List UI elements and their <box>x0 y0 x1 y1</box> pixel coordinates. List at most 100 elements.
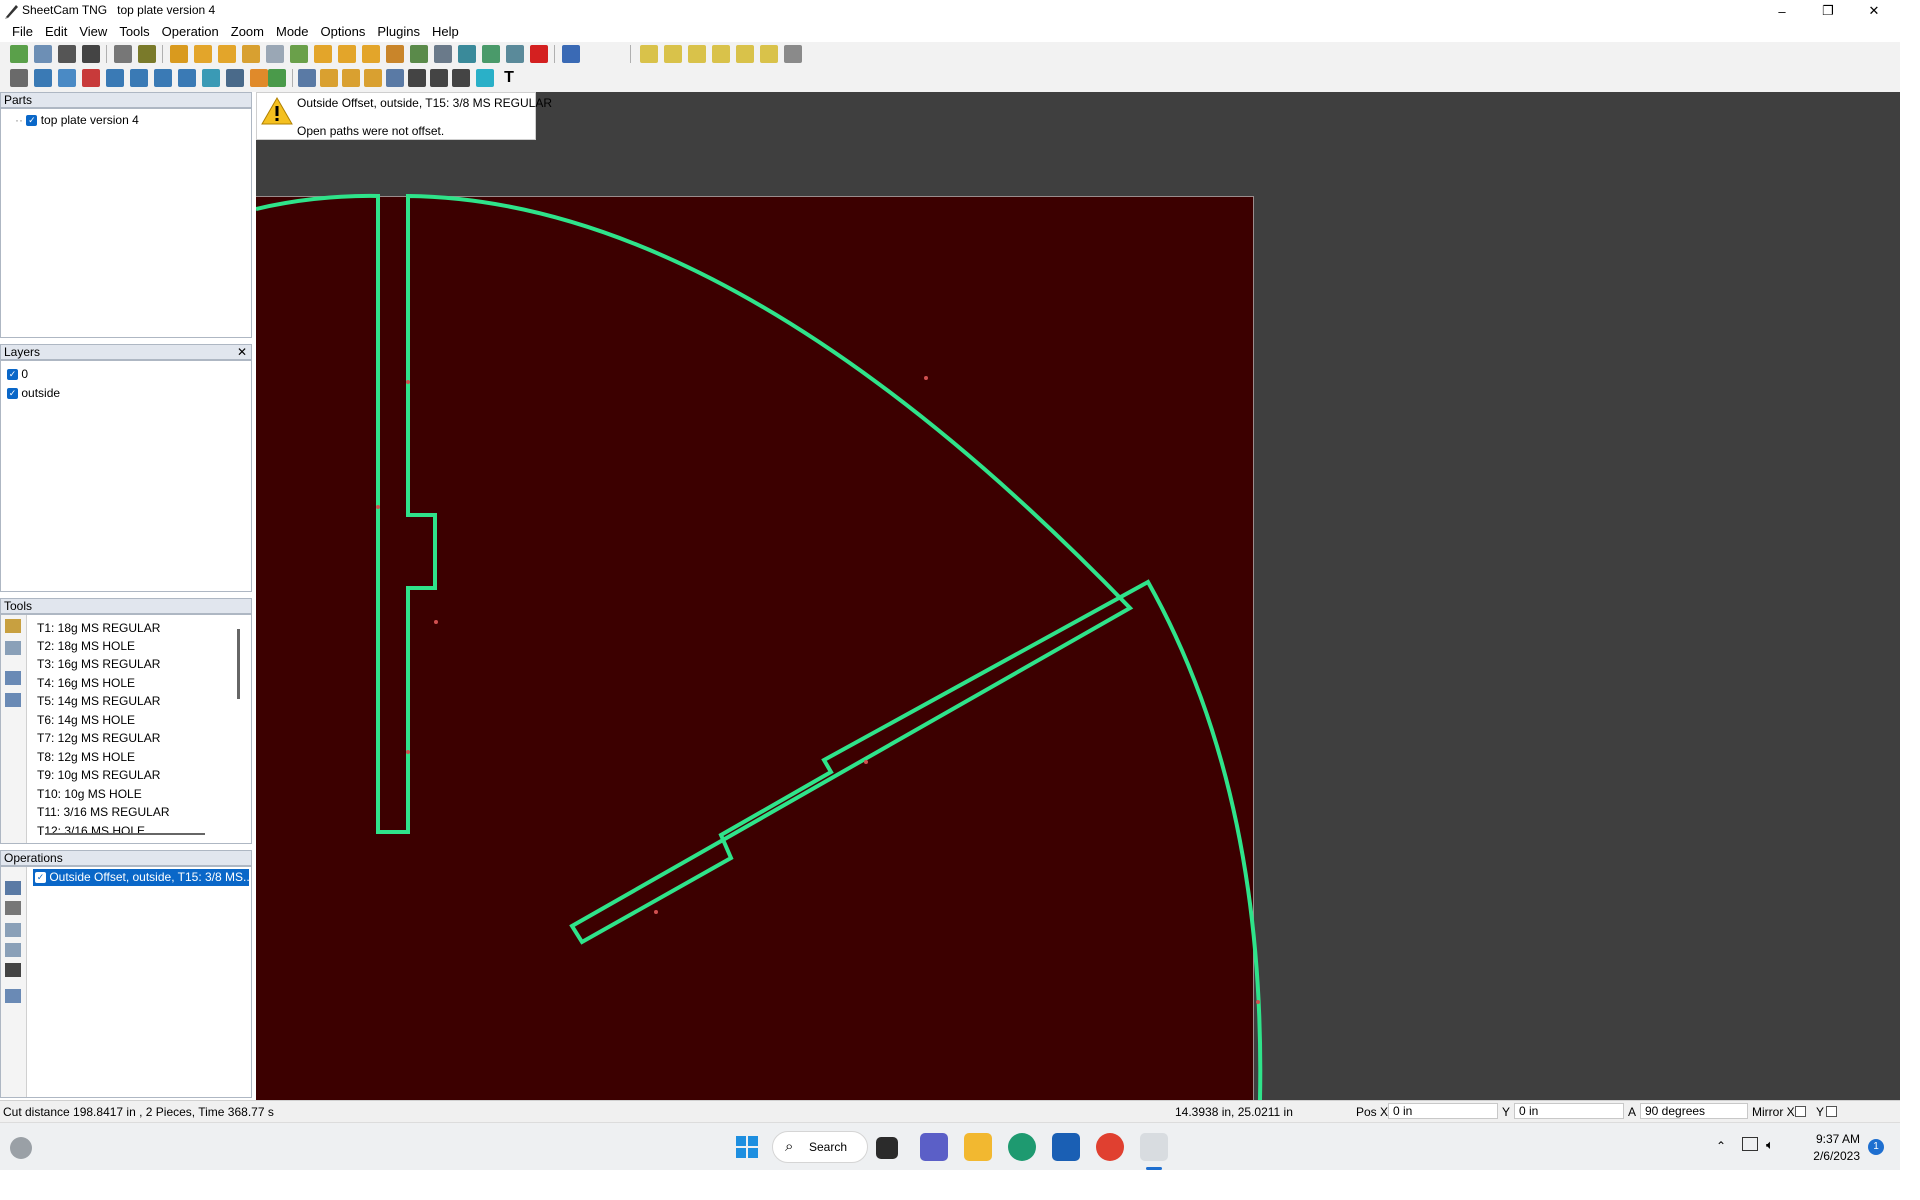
tool-item[interactable]: T10: 10g MS HOLE <box>37 787 142 801</box>
zoom-settings-icon[interactable] <box>784 45 802 63</box>
text-tool-icon[interactable]: T <box>500 69 518 87</box>
start-point-icon[interactable] <box>202 69 220 87</box>
zoom-window-icon[interactable] <box>688 45 706 63</box>
tool-table-icon[interactable] <box>5 671 21 685</box>
tools-horizontal-scrollbar[interactable] <box>45 833 205 835</box>
edge-browser-icon[interactable] <box>1008 1133 1036 1161</box>
cut-path-drawing[interactable] <box>256 92 1900 1100</box>
network-icon[interactable] <box>1742 1137 1758 1151</box>
clock-date[interactable]: 2/6/2023 <box>1796 1149 1860 1163</box>
machine-icon[interactable] <box>10 69 28 87</box>
zoom-fit-icon[interactable] <box>736 45 754 63</box>
mirror-x-checkbox[interactable] <box>1795 1106 1806 1117</box>
file-explorer-icon[interactable] <box>964 1133 992 1161</box>
lead-in-icon[interactable] <box>178 69 196 87</box>
start-point-tool-icon[interactable] <box>320 69 338 87</box>
notification-badge[interactable]: 1 <box>1868 1139 1884 1155</box>
menu-tools[interactable]: Tools <box>113 22 155 42</box>
new-operation-icon[interactable] <box>5 881 21 895</box>
operation-icon-2[interactable] <box>194 45 212 63</box>
operation-item-selected[interactable]: ✓ Outside Offset, outside, T15: 3/8 MS..… <box>33 869 249 886</box>
tool-item[interactable]: T1: 18g MS REGULAR <box>37 621 160 635</box>
tool-item[interactable]: T5: 14g MS REGULAR <box>37 694 160 708</box>
operation-icon-15[interactable] <box>506 45 524 63</box>
task-view-icon[interactable] <box>876 1137 898 1159</box>
operation-icon-14[interactable] <box>482 45 500 63</box>
operation-icon-11[interactable] <box>410 45 428 63</box>
direction-tool-icon[interactable] <box>342 69 360 87</box>
menu-operation[interactable]: Operation <box>156 22 225 42</box>
operation-icon-6[interactable] <box>290 45 308 63</box>
menu-edit[interactable]: Edit <box>39 22 73 42</box>
operation-icon-9[interactable] <box>362 45 380 63</box>
operation-icon-7[interactable] <box>314 45 332 63</box>
microsoft-store-icon[interactable] <box>1052 1133 1080 1161</box>
tool-item[interactable]: T8: 12g MS HOLE <box>37 750 135 764</box>
chrome-browser-icon[interactable] <box>1096 1133 1124 1161</box>
close-panel-icon[interactable]: ✕ <box>237 345 247 359</box>
angle-input[interactable]: 90 degrees <box>1640 1103 1748 1119</box>
tool-item[interactable]: T2: 18g MS HOLE <box>37 639 135 653</box>
tool-list-icon[interactable] <box>5 693 21 707</box>
zoom-part-icon[interactable] <box>760 45 778 63</box>
shape-icon[interactable] <box>82 69 100 87</box>
path-icon[interactable] <box>106 69 124 87</box>
select-arrow-icon[interactable] <box>298 69 316 87</box>
taskbar-search[interactable]: ⌕ Search <box>772 1131 868 1163</box>
delete-icon[interactable] <box>530 45 548 63</box>
operation-icon-12[interactable] <box>434 45 452 63</box>
tool-item[interactable]: T11: 3/16 MS REGULAR <box>37 805 170 819</box>
volume-icon[interactable]: 🔈︎ <box>1766 1137 1774 1153</box>
tool-item[interactable]: T7: 12g MS REGULAR <box>37 731 160 745</box>
teams-chat-icon[interactable] <box>920 1133 948 1161</box>
edit-tool-icon[interactable] <box>5 641 21 655</box>
mirror-y-checkbox[interactable] <box>1826 1106 1837 1117</box>
tool-item[interactable]: T6: 14g MS HOLE <box>37 713 135 727</box>
zoom-in-icon[interactable] <box>640 45 658 63</box>
curve-icon[interactable] <box>130 69 148 87</box>
part-icon[interactable] <box>58 69 76 87</box>
operation-icon-5[interactable] <box>266 45 284 63</box>
close-window-button[interactable]: ✕ <box>1852 0 1896 22</box>
new-tool-icon[interactable] <box>5 619 21 633</box>
crop-icon[interactable] <box>452 69 470 87</box>
checkbox-checked-icon[interactable]: ✓ <box>26 115 38 127</box>
zoom-out-icon[interactable] <box>664 45 682 63</box>
operation-icon-1[interactable] <box>170 45 188 63</box>
undo-icon[interactable] <box>562 45 580 63</box>
tool-item[interactable]: T9: 10g MS REGULAR <box>37 768 160 782</box>
layer-item[interactable]: ✓ 0 <box>7 367 28 381</box>
part-item[interactable]: ·· ✓ top plate version 4 <box>15 113 139 127</box>
bolt-icon[interactable] <box>476 69 494 87</box>
checkbox-checked-icon[interactable]: ✓ <box>7 388 18 400</box>
clock-time[interactable]: 9:37 AM <box>1796 1132 1860 1146</box>
layers-icon[interactable] <box>34 69 52 87</box>
menu-view[interactable]: View <box>73 22 113 42</box>
zoom-all-icon[interactable] <box>712 45 730 63</box>
tool-item[interactable]: T4: 16g MS HOLE <box>37 676 135 690</box>
post-process-icon[interactable] <box>138 45 156 63</box>
sort-icon[interactable] <box>250 69 268 87</box>
layer-item[interactable]: ✓ outside <box>7 386 60 400</box>
tool-item[interactable]: T12: 3/16 MS HOLE <box>37 824 145 838</box>
open-file-icon[interactable] <box>34 45 52 63</box>
menu-plugins[interactable]: Plugins <box>371 22 426 42</box>
drill-operation-icon[interactable] <box>5 901 21 915</box>
checkbox-checked-icon[interactable]: ✓ <box>7 369 18 381</box>
cut-path-icon[interactable] <box>5 963 21 977</box>
lead-tool-icon[interactable] <box>364 69 382 87</box>
menu-mode[interactable]: Mode <box>270 22 315 42</box>
maximize-button[interactable]: ❐ <box>1806 0 1850 22</box>
edit-operation-icon[interactable] <box>5 923 21 937</box>
menu-zoom[interactable]: Zoom <box>225 22 270 42</box>
minimize-button[interactable]: – <box>1760 0 1804 22</box>
operation-icon-8[interactable] <box>338 45 356 63</box>
print-icon[interactable] <box>82 45 100 63</box>
save-icon[interactable] <box>58 45 76 63</box>
copy-operation-icon[interactable] <box>5 943 21 957</box>
tool-item[interactable]: T3: 16g MS REGULAR <box>37 657 160 671</box>
checkbox-checked-icon[interactable]: ✓ <box>35 872 46 884</box>
origin-icon[interactable] <box>408 69 426 87</box>
new-file-icon[interactable] <box>10 45 28 63</box>
widgets-icon[interactable] <box>10 1137 32 1159</box>
